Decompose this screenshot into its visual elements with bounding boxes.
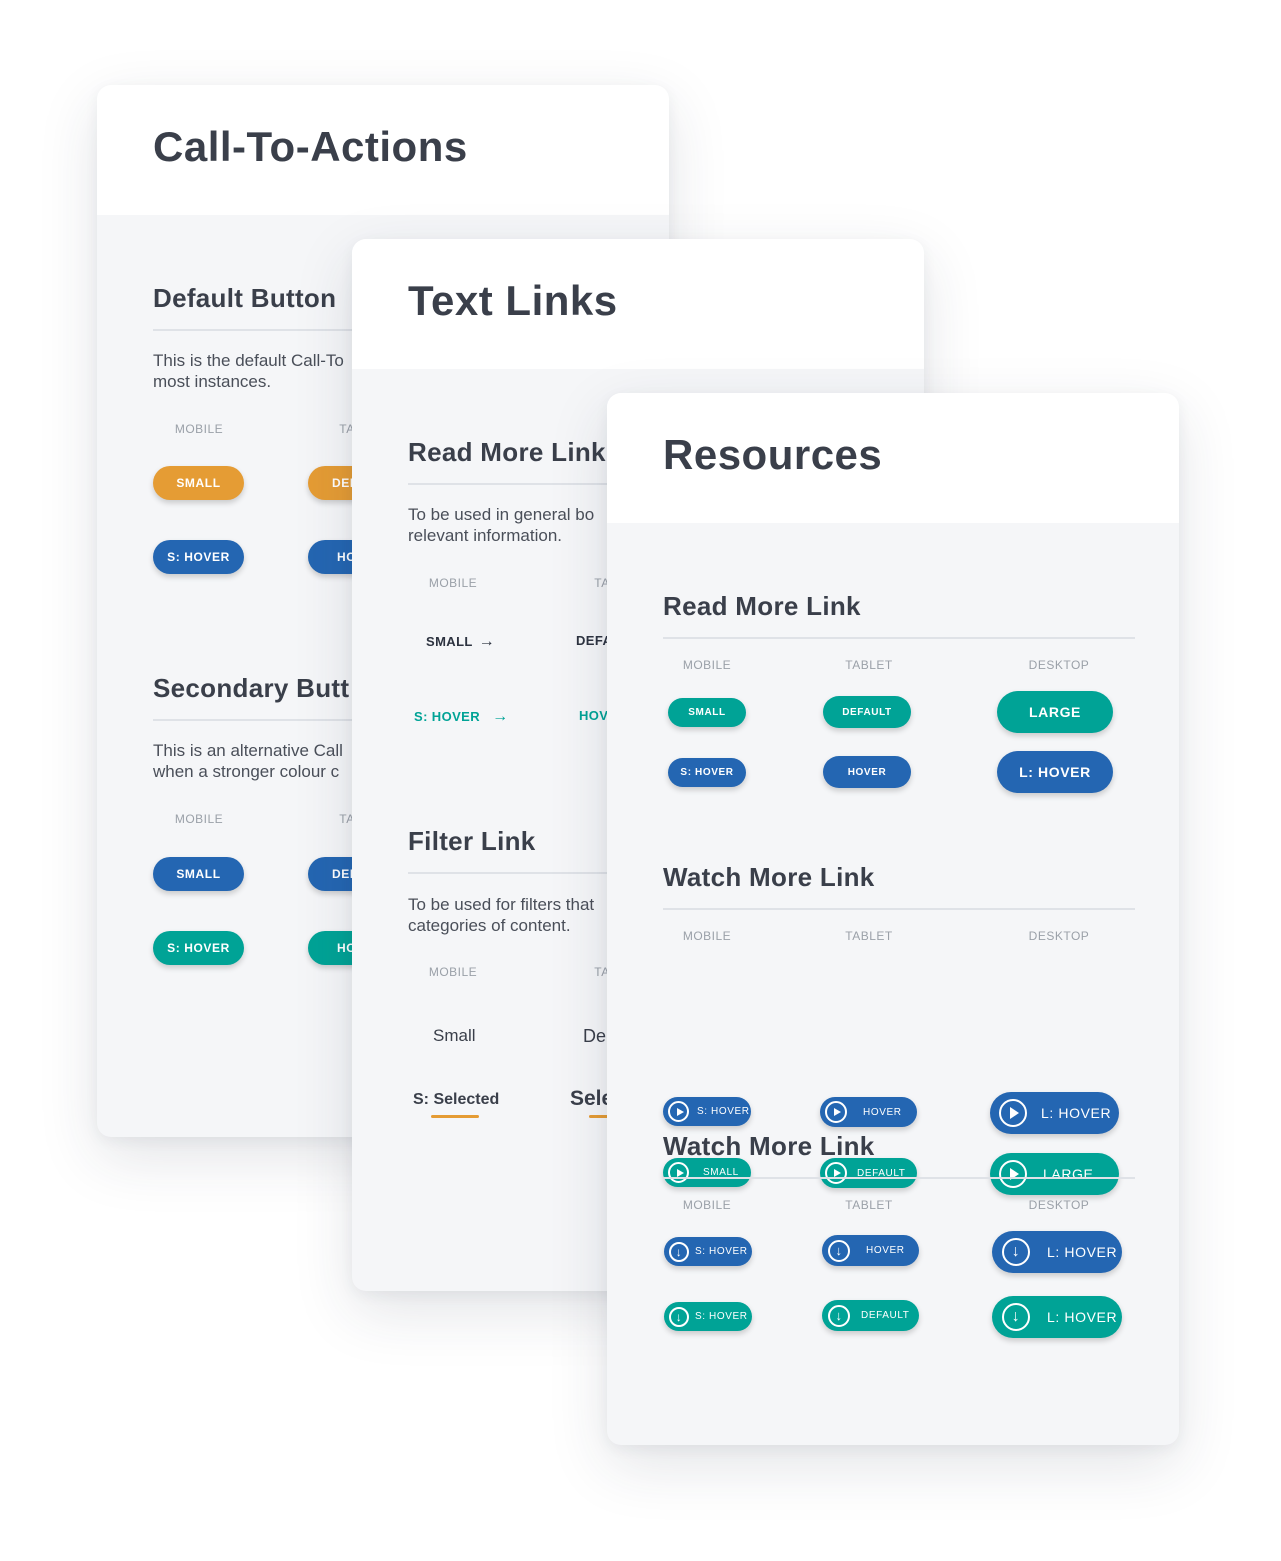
resources-card: Resources Read More Link MOBILE TABLET D… [607, 393, 1179, 1445]
download-circle-icon: ↓ [1002, 1238, 1030, 1266]
button-label: S: HOVER [695, 1311, 748, 1322]
button-label: HOVER [866, 1245, 905, 1256]
description-line: To be used in general bo [408, 505, 595, 524]
col-header-mobile: MOBILE [428, 576, 478, 590]
read-more-small-button[interactable]: SMALL [668, 698, 746, 727]
download-circle-icon: ↓ [1002, 1303, 1030, 1331]
watch-more-download-title: Watch More Link [663, 1131, 875, 1161]
link-label: S: HOVER [414, 709, 481, 724]
filter-small-selected-link[interactable]: S: Selected [413, 1091, 499, 1109]
col-header-tablet: TABLET [845, 1198, 893, 1212]
download-small-hover-button[interactable]: ↓ S: HOVER [664, 1237, 752, 1266]
play-circle-icon [668, 1162, 689, 1183]
description-line: categories of content. [408, 916, 571, 935]
text-links-card-header: Text Links [352, 239, 924, 369]
description-line: relevant information. [408, 526, 563, 545]
watch-default-button[interactable]: DEFAULT [820, 1158, 917, 1188]
arrow-right-icon: → [492, 708, 509, 725]
download-circle-icon: ↓ [828, 1304, 850, 1327]
description-line: when a stronger colour c [153, 762, 340, 781]
secondary-small-hover-button[interactable]: S: HOVER [153, 931, 244, 965]
read-more-small-link[interactable]: SMALL → [426, 633, 495, 651]
play-circle-icon [825, 1162, 847, 1184]
cta-card-title: Call-To-Actions [153, 123, 468, 170]
cta-card-header: Call-To-Actions [97, 85, 669, 215]
download-circle-icon: ↓ [828, 1239, 850, 1262]
read-more-small-hover-link[interactable]: S: HOVER → [414, 708, 508, 726]
col-header-mobile: MOBILE [428, 965, 478, 979]
read-more-link-title: Read More Link [408, 437, 606, 467]
secondary-button-title: Secondary Butt [153, 673, 350, 703]
watch-small-button[interactable]: SMALL [663, 1158, 751, 1187]
secondary-small-button[interactable]: SMALL [153, 857, 244, 891]
button-label: HOVER [863, 1106, 902, 1118]
default-button-title: Default Button [153, 283, 337, 313]
button-label: L: HOVER [1047, 1244, 1118, 1260]
small-hover-button[interactable]: S: HOVER [153, 540, 244, 574]
description-line: This is an alternative Call [153, 741, 343, 760]
download-hover-button[interactable]: ↓ HOVER [822, 1235, 919, 1266]
watch-large-button[interactable]: LARGE [990, 1153, 1119, 1195]
read-more-default-button[interactable]: DEFAULT [823, 696, 911, 728]
divider [663, 908, 1135, 910]
play-circle-icon [999, 1160, 1027, 1188]
button-label: LARGE [1043, 1166, 1094, 1182]
description-line: To be used for filters that [408, 895, 595, 914]
button-label: L: HOVER [1041, 1105, 1112, 1121]
divider [663, 637, 1135, 639]
col-header-tablet: TABLET [845, 929, 893, 943]
download-default-button[interactable]: ↓ DEFAULT [822, 1300, 919, 1331]
read-more-hover-button[interactable]: HOVER [823, 756, 911, 788]
download-large-button[interactable]: ↓ L: HOVER [992, 1296, 1122, 1338]
watch-small-hover-button[interactable]: S: HOVER [663, 1097, 751, 1126]
resources-read-more-title: Read More Link [663, 591, 861, 621]
resources-card-title: Resources [663, 431, 883, 478]
download-circle-icon: ↓ [669, 1241, 689, 1262]
read-more-large-hover-button[interactable]: L: HOVER [997, 751, 1113, 793]
resources-card-header: Resources [607, 393, 1179, 523]
button-label: S: HOVER [697, 1106, 750, 1117]
watch-hover-button[interactable]: HOVER [820, 1097, 917, 1127]
play-circle-icon [668, 1101, 689, 1122]
col-header-desktop: DESKTOP [1028, 1198, 1090, 1212]
col-header-desktop: DESKTOP [1028, 658, 1090, 672]
play-circle-icon [825, 1101, 847, 1123]
description-line: most instances. [153, 372, 272, 391]
selected-underline [431, 1115, 479, 1118]
selected-underline [589, 1115, 609, 1118]
link-label: SMALL [426, 634, 473, 649]
arrow-right-icon: → [478, 633, 495, 650]
watch-more-title: Watch More Link [663, 862, 875, 892]
read-more-small-hover-button[interactable]: S: HOVER [668, 758, 746, 787]
button-label: S: HOVER [695, 1246, 748, 1257]
text-links-card-title: Text Links [408, 277, 618, 324]
filter-small-link[interactable]: Small [433, 1026, 476, 1046]
filter-link-title: Filter Link [408, 826, 536, 856]
download-small-button[interactable]: ↓ S: HOVER [664, 1302, 752, 1331]
filter-default-link[interactable]: De [583, 1026, 606, 1047]
button-label: L: HOVER [1047, 1309, 1118, 1325]
col-header-mobile: MOBILE [174, 422, 224, 436]
read-more-large-button[interactable]: LARGE [997, 691, 1113, 733]
download-circle-icon: ↓ [669, 1306, 689, 1327]
col-header-mobile: MOBILE [682, 1198, 732, 1212]
small-button[interactable]: SMALL [153, 466, 244, 500]
read-more-hover-link[interactable]: HOV [579, 708, 608, 723]
col-header-mobile: MOBILE [682, 929, 732, 943]
col-header-mobile: MOBILE [682, 658, 732, 672]
col-header-tablet: TABLET [845, 658, 893, 672]
col-header-mobile: MOBILE [174, 812, 224, 826]
description-line: This is the default Call-To [153, 351, 344, 370]
button-label: DEFAULT [861, 1310, 910, 1321]
download-large-hover-button[interactable]: ↓ L: HOVER [992, 1231, 1122, 1273]
col-header-desktop: DESKTOP [1028, 929, 1090, 943]
play-circle-icon [999, 1099, 1027, 1127]
watch-large-hover-button[interactable]: L: HOVER [990, 1092, 1119, 1134]
divider [663, 1177, 1135, 1179]
